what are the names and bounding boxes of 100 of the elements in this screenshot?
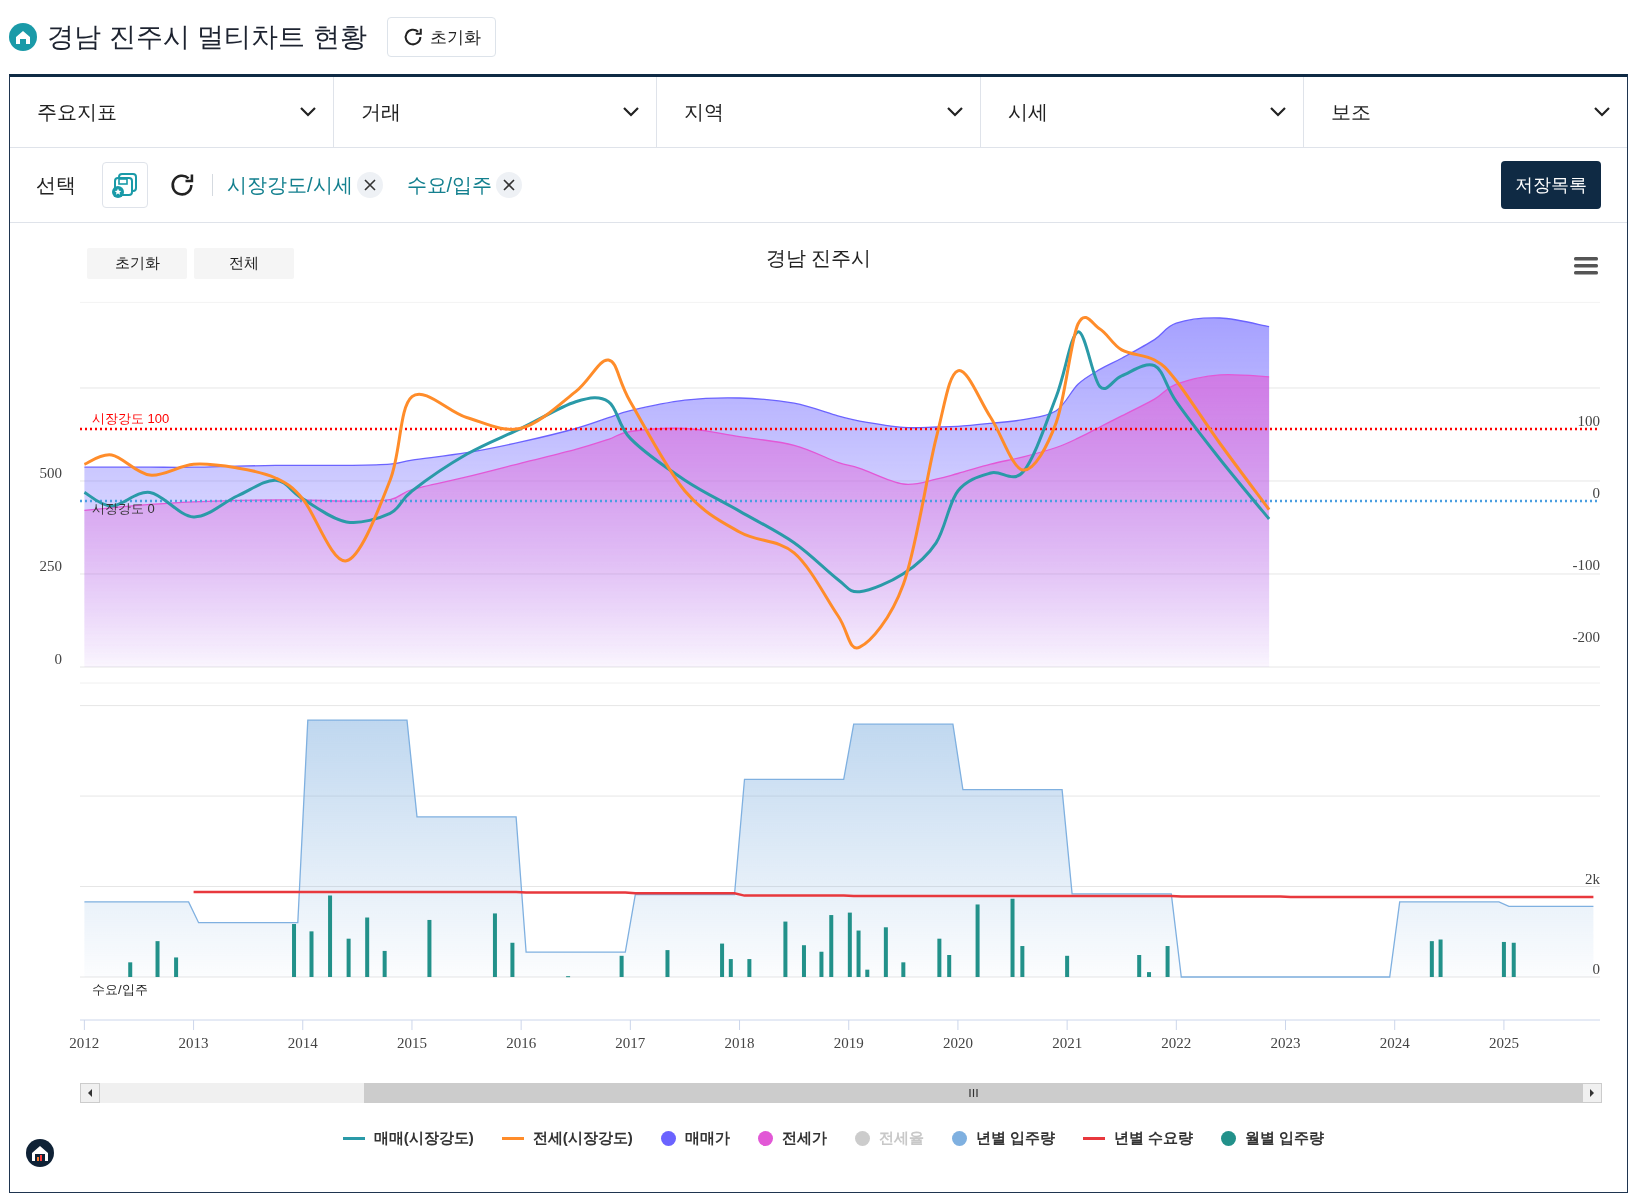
legend-item[interactable]: 년별 수요량 <box>1082 1128 1194 1148</box>
axis-label: 0 <box>54 651 62 667</box>
bar <box>1501 941 1506 977</box>
grip-icon <box>968 1089 978 1097</box>
axis-label: 2022 <box>1161 1035 1192 1051</box>
bar <box>128 962 133 977</box>
bar <box>1020 946 1025 977</box>
bar <box>783 921 788 977</box>
axis-label: 2014 <box>287 1035 318 1051</box>
remove-button[interactable] <box>496 172 523 198</box>
axis-label: 2013 <box>178 1035 209 1051</box>
arrow-left-icon <box>86 1088 94 1098</box>
axis-label: 500 <box>39 465 62 481</box>
legend-item[interactable]: 월별 입주량 <box>1221 1128 1325 1148</box>
bar <box>1429 941 1434 977</box>
axis-label: 2015 <box>396 1035 427 1051</box>
bar <box>728 959 733 977</box>
axis-label: 2018 <box>724 1035 755 1051</box>
chevron-down-icon <box>622 106 641 118</box>
axis-label: 2012 <box>69 1035 100 1051</box>
bar <box>382 950 387 977</box>
chevron-down-icon <box>1269 106 1288 118</box>
home-icon <box>9 23 37 51</box>
axis-label: -200 <box>1572 629 1600 645</box>
bar <box>309 931 314 977</box>
scrollbar[interactable] <box>80 1083 1602 1103</box>
axis-label: 2023 <box>1270 1035 1301 1051</box>
save-icon <box>110 170 140 200</box>
bar <box>1065 955 1070 977</box>
axis-label: 2017 <box>615 1035 646 1051</box>
bar <box>747 959 752 977</box>
bar <box>292 924 296 977</box>
bar <box>856 930 861 977</box>
page-title: 경남 진주시 멀티차트 현황 <box>47 21 367 54</box>
axis-label: 2024 <box>1379 1035 1410 1051</box>
arrow-right-icon <box>1588 1088 1596 1098</box>
bar <box>665 950 670 977</box>
axis-label: 250 <box>39 558 62 574</box>
bar <box>619 955 624 977</box>
axis-label: 0 <box>1592 961 1600 977</box>
bar <box>720 943 725 977</box>
legend-dot-icon <box>854 1130 870 1146</box>
bar <box>346 938 351 977</box>
bar <box>155 941 160 977</box>
bar <box>847 912 852 977</box>
chart-button[interactable]: 초기화 <box>87 248 187 279</box>
legend-item[interactable]: 매매가 <box>660 1128 730 1148</box>
legend-item[interactable]: 전세가 <box>757 1128 827 1148</box>
chevron-down-icon <box>298 106 317 118</box>
bar <box>901 962 906 977</box>
save-button[interactable] <box>102 162 148 208</box>
axis-label: 2019 <box>833 1035 864 1051</box>
axis-label: 2k <box>1585 870 1600 887</box>
saved-list-button[interactable]: 저장목록 <box>1501 161 1601 209</box>
chevron-down-icon <box>1592 106 1611 118</box>
bar <box>937 938 942 977</box>
bar <box>947 955 952 977</box>
axis-label: 0 <box>1592 485 1600 502</box>
chart-label: 수요/입주 <box>92 982 148 997</box>
logo-icon <box>26 1139 54 1167</box>
close-icon <box>503 179 516 191</box>
legend-item[interactable]: 매매(시장강도) <box>342 1128 474 1148</box>
scroll-left-button[interactable] <box>80 1083 100 1103</box>
bar <box>1137 955 1142 977</box>
reset-button[interactable]: 초기화 <box>386 17 496 57</box>
axis-label: 2021 <box>1052 1035 1083 1051</box>
axis-label: -100 <box>1572 557 1600 574</box>
bar <box>492 913 497 977</box>
remove-button[interactable] <box>356 172 383 198</box>
bar <box>829 915 834 977</box>
bar <box>174 957 179 977</box>
refresh-icon <box>168 171 196 199</box>
chevron-down-icon <box>945 106 964 118</box>
bar <box>1438 939 1443 977</box>
plot-line-label: 시장강도 0 <box>92 501 155 517</box>
bar <box>865 969 870 977</box>
bar <box>819 951 824 977</box>
bar <box>1165 946 1170 977</box>
axis-label: 2025 <box>1488 1035 1519 1051</box>
bar <box>883 927 888 977</box>
legend-item[interactable]: 년별 입주량 <box>951 1128 1055 1148</box>
chart-button[interactable]: 전체 <box>194 248 294 279</box>
scroll-right-button[interactable] <box>1582 1083 1602 1103</box>
axis-label: 100 <box>1577 413 1600 430</box>
bar <box>1147 972 1151 977</box>
close-icon <box>363 179 376 191</box>
legend-item[interactable]: 전세(시장강도) <box>501 1128 633 1148</box>
bar <box>510 942 515 977</box>
axis-label: 2016 <box>506 1035 537 1051</box>
bar <box>427 919 432 977</box>
menu-icon[interactable] <box>1574 257 1598 275</box>
plot-line-label: 시장강도 100 <box>92 411 170 427</box>
selected-chip-label: 시장강도/시세 <box>227 172 353 198</box>
bar <box>1511 942 1516 977</box>
bar <box>801 945 806 977</box>
axis-label: 2020 <box>942 1035 973 1051</box>
selected-chip-label: 수요/입주 <box>406 172 493 198</box>
bar <box>365 917 370 977</box>
scroll-thumb[interactable] <box>364 1083 1582 1103</box>
chart-title: 경남 진주시 <box>765 247 872 269</box>
